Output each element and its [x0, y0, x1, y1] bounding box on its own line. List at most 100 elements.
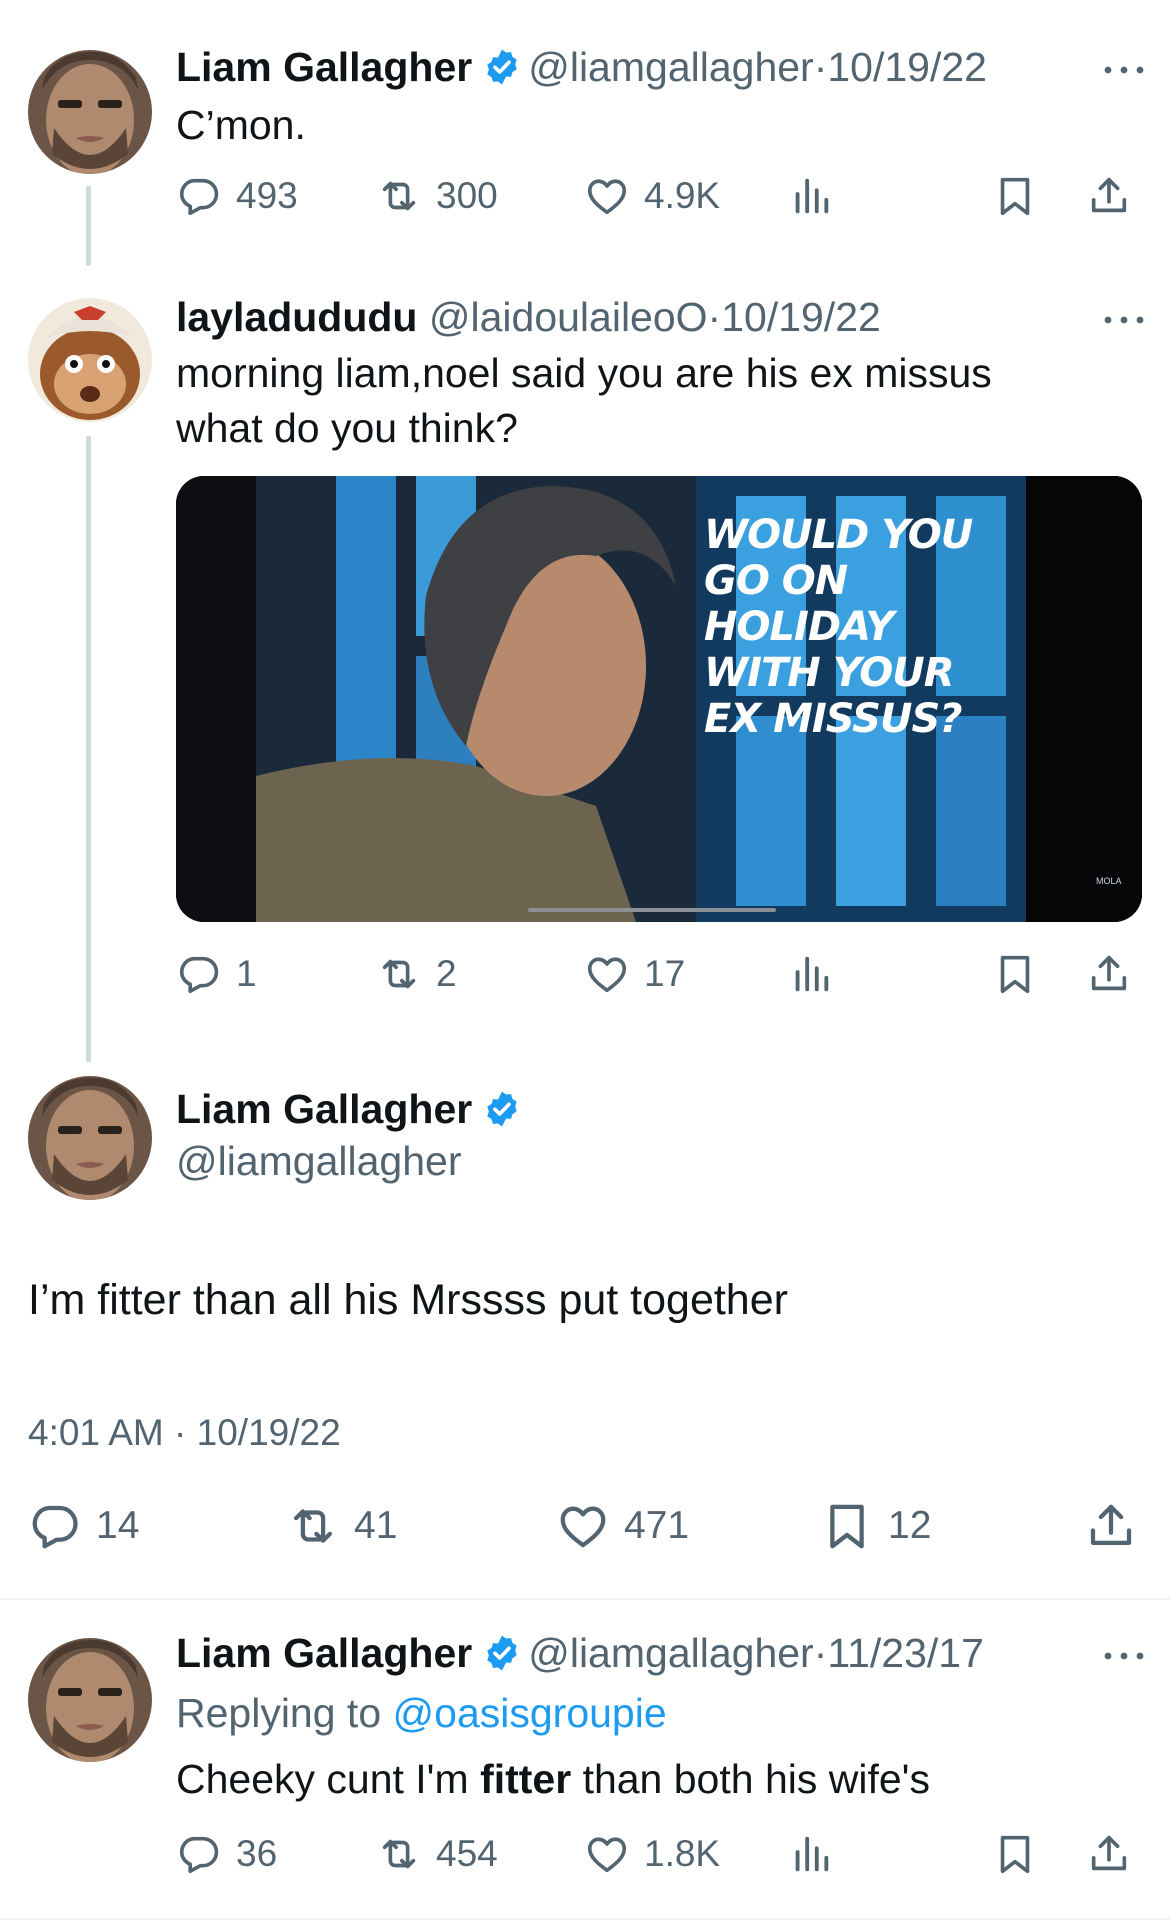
more-options-icon[interactable]: [1102, 1650, 1146, 1662]
avatar[interactable]: [28, 298, 152, 422]
like-count: 1.8K: [644, 1833, 721, 1874]
caption-line: WITH YOUR: [704, 650, 955, 696]
share-button[interactable]: [1086, 944, 1132, 1004]
repost-icon: [376, 1831, 422, 1877]
tweet-text-line: what do you think?: [176, 405, 518, 451]
handle[interactable]: @liamgallagher: [528, 1630, 813, 1676]
bookmark-count: 12: [888, 1504, 932, 1547]
repost-count: 454: [436, 1833, 498, 1874]
like-icon: [584, 1831, 630, 1877]
like-button[interactable]: 1.8K: [584, 1824, 720, 1884]
tweet-date: 10/19/22: [196, 1412, 341, 1453]
display-name[interactable]: Liam Gallagher: [176, 44, 472, 90]
bookmark-button[interactable]: [992, 166, 1038, 226]
reply-button[interactable]: 1: [176, 944, 257, 1004]
tweet-date[interactable]: 10/19/22: [827, 44, 987, 90]
tweet-timestamp[interactable]: 4:01 AM · 10/19/22: [28, 1412, 341, 1454]
tweet-header: Liam Gallagher @liamgallagher·10/19/22: [176, 44, 987, 91]
repost-button[interactable]: 300: [376, 166, 498, 226]
reply-icon: [176, 1831, 222, 1877]
media-video-thumbnail[interactable]: WOULD YOU GO ON HOLIDAY WITH YOUR EX MIS…: [176, 476, 1142, 922]
separator: ·: [813, 44, 828, 90]
tweet-text: morning liam,noel said you are his ex mi…: [176, 346, 1130, 456]
tweet-text-part: than both his wife's: [571, 1756, 930, 1802]
reply-count: 493: [236, 175, 298, 216]
share-button[interactable]: [1086, 166, 1132, 226]
replying-to-link[interactable]: @oasisgroupie: [393, 1690, 667, 1736]
share-icon: [1086, 173, 1132, 219]
share-icon: [1086, 1831, 1132, 1877]
repost-count: 300: [436, 175, 498, 216]
views-button[interactable]: [788, 166, 834, 226]
avatar[interactable]: [28, 1076, 152, 1200]
bookmark-icon: [992, 951, 1038, 997]
views-icon: [788, 1831, 834, 1877]
reply-button[interactable]: 14: [28, 1496, 139, 1556]
tweet-time: 4:01 AM: [28, 1412, 164, 1453]
tweet-text: Cheeky cunt I'm fitter than both his wif…: [176, 1756, 930, 1803]
repost-icon: [286, 1499, 340, 1553]
share-button[interactable]: [1084, 1496, 1138, 1556]
avatar[interactable]: [28, 1638, 152, 1762]
repost-button[interactable]: 41: [286, 1496, 397, 1556]
separator: ·: [174, 1412, 187, 1453]
caption-line: GO ON: [704, 558, 848, 604]
tweet-header: Liam Gallagher @liamgallagher·11/23/17: [176, 1630, 984, 1677]
tweet-header: Liam Gallagher: [176, 1086, 528, 1133]
avatar[interactable]: [28, 50, 152, 174]
views-icon: [788, 173, 834, 219]
verified-badge-icon: [482, 47, 522, 87]
repost-count: 41: [354, 1504, 398, 1547]
repost-icon: [376, 951, 422, 997]
like-button[interactable]: 4.9K: [584, 166, 720, 226]
bookmark-button[interactable]: 12: [820, 1496, 931, 1556]
separator: ·: [707, 294, 722, 340]
like-count: 17: [644, 953, 686, 994]
bookmark-button[interactable]: [992, 944, 1038, 1004]
thread-connector: [86, 186, 91, 266]
verified-badge-icon: [482, 1089, 522, 1129]
more-options-icon[interactable]: [1102, 314, 1146, 326]
reply-button[interactable]: 36: [176, 1824, 277, 1884]
repost-icon: [376, 173, 422, 219]
like-button[interactable]: 471: [556, 1496, 689, 1556]
reply-button[interactable]: 493: [176, 166, 298, 226]
more-options-icon[interactable]: [1102, 64, 1146, 76]
tweet-text: C’mon.: [176, 102, 306, 148]
views-button[interactable]: [788, 1824, 834, 1884]
media-image: [176, 476, 1142, 922]
like-count: 471: [624, 1504, 690, 1547]
tweet-actions: 1 2 17: [176, 944, 1146, 1004]
thread-connector: [86, 436, 91, 1062]
handle[interactable]: @liamgallagher: [528, 44, 813, 90]
tweet-actions: 14 41 471 12: [28, 1496, 1148, 1566]
display-name[interactable]: layladududu: [176, 294, 417, 340]
display-name[interactable]: Liam Gallagher: [176, 1086, 472, 1132]
divider: [0, 1598, 1170, 1600]
like-button[interactable]: 17: [584, 944, 685, 1004]
video-scrubber[interactable]: [528, 908, 776, 912]
views-button[interactable]: [788, 944, 834, 1004]
separator: ·: [813, 1630, 828, 1676]
handle[interactable]: @laidoulaileoO: [429, 294, 708, 340]
tweet-text-bold: fitter: [480, 1756, 572, 1802]
caption-line: EX MISSUS?: [704, 696, 962, 742]
media-watermark: MOLA: [1096, 876, 1122, 886]
media-caption: WOULD YOU GO ON HOLIDAY WITH YOUR EX MIS…: [704, 512, 973, 742]
bookmark-icon: [992, 173, 1038, 219]
tweet-actions: 36 454 1.8K: [176, 1824, 1146, 1884]
repost-button[interactable]: 454: [376, 1824, 498, 1884]
tweet-date[interactable]: 11/23/17: [827, 1630, 984, 1676]
display-name[interactable]: Liam Gallagher: [176, 1630, 472, 1676]
tweet-date[interactable]: 10/19/22: [721, 294, 881, 340]
tweet-text-part: Cheeky cunt I'm: [176, 1756, 481, 1802]
handle[interactable]: @liamgallagher: [176, 1138, 461, 1185]
like-icon: [584, 951, 630, 997]
share-button[interactable]: [1086, 1824, 1132, 1884]
replying-to-label: Replying to: [176, 1690, 382, 1736]
reply-icon: [176, 951, 222, 997]
like-count: 4.9K: [644, 175, 721, 216]
share-icon: [1086, 951, 1132, 997]
bookmark-button[interactable]: [992, 1824, 1038, 1884]
repost-button[interactable]: 2: [376, 944, 457, 1004]
